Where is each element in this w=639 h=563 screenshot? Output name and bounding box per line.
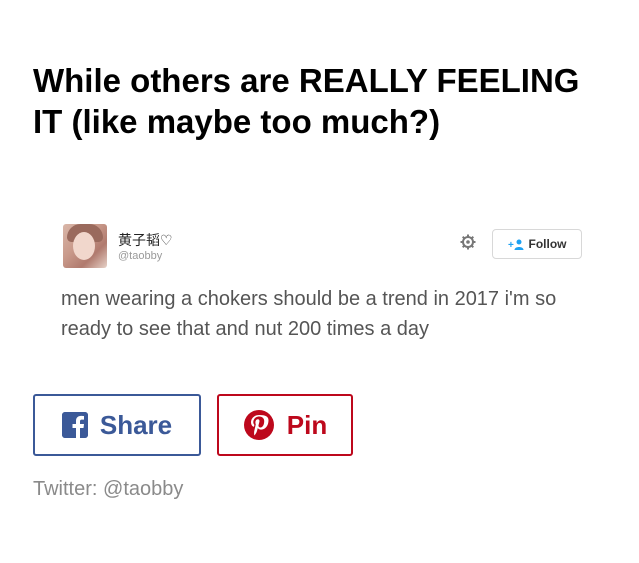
tweet-display-name[interactable]: 黄子韬♡ <box>118 230 173 250</box>
tweet-text: men wearing a chokers should be a trend … <box>61 288 557 340</box>
avatar[interactable] <box>63 224 107 268</box>
follow-label: Follow <box>528 237 567 251</box>
facebook-icon <box>61 412 88 438</box>
facebook-share-button[interactable]: Share <box>33 394 201 456</box>
tweet-handle[interactable]: @taobby <box>118 250 162 262</box>
follow-button[interactable]: + Follow <box>492 229 582 259</box>
svg-text:+: + <box>508 240 514 250</box>
pinterest-pin-label: Pin <box>286 409 328 440</box>
pinterest-icon <box>243 410 274 440</box>
facebook-share-label: Share <box>99 409 173 440</box>
person-plus-icon: + <box>508 239 523 250</box>
pinterest-pin-button[interactable]: Pin <box>217 394 353 456</box>
embedded-tweet: 黄子韬♡ @taobby + Follow men wearing a chok… <box>58 220 588 380</box>
gear-icon[interactable] <box>460 234 476 250</box>
headline: While others are REALLY FEELING IT (like… <box>33 62 580 140</box>
source-credit: Twitter: @taobby <box>33 478 184 500</box>
